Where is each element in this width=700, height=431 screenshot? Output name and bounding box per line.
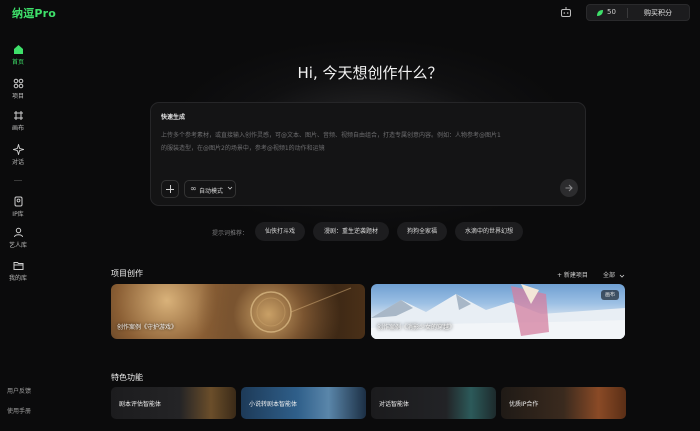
feature-label: 对话智能体 [379, 401, 410, 408]
placeholder-line: 的服装造型，在@图片2的场景中，参考@视频1的动作和运镜 [161, 145, 325, 152]
sidebar-item-label: 项目 [11, 93, 24, 100]
buy-credits-button[interactable]: 购买积分 [633, 8, 683, 18]
leaf-icon [597, 10, 603, 16]
suggestion-chip[interactable]: 漫剧：重生逆袭题材 [313, 222, 389, 241]
feature-card[interactable]: 优质IP合作 [501, 387, 626, 419]
feature-card[interactable]: 剧本评估智能体 [111, 387, 236, 419]
credits-widget: 50 购买积分 [586, 4, 690, 21]
sidebar-item-ip-library[interactable]: IP库 [0, 196, 36, 218]
mode-label: 快速生成 [161, 114, 186, 121]
sidebar-item-canvas[interactable]: 画布 [0, 110, 36, 132]
feature-card[interactable]: 对话智能体 [371, 387, 496, 419]
top-bar: 纳逗Pro 50 购买积分 [0, 0, 700, 26]
sidebar-item-artists[interactable]: 艺人库 [0, 227, 36, 249]
credits-count: 50 [607, 8, 616, 16]
projects-title: 项目创作 [111, 269, 143, 278]
auto-mode-label: 自动模式 [199, 188, 224, 195]
prompt-input[interactable]: 上传多个参考素材，或直接输入创作灵感，可@文本、图片、音频、视频自由组合，打造专… [161, 129, 577, 155]
sidebar-item-label: 画布 [11, 125, 24, 132]
sidebar-item-label: 艺人库 [8, 242, 27, 249]
sidebar-item-label: 对话 [11, 159, 24, 166]
card-caption: 创作案例《守护游戏》 [117, 324, 178, 331]
card-caption: 创作案例《消影少女的穿越》 [377, 324, 456, 331]
project-card[interactable]: 创作案例《守护游戏》 [111, 284, 365, 339]
divider [627, 8, 628, 18]
infinity-icon: ∞ [190, 184, 197, 193]
features-title: 特色功能 [111, 373, 143, 382]
add-attachment-button[interactable] [161, 180, 179, 198]
sparkle-icon [12, 144, 24, 155]
suggestion-chip[interactable]: 水滴中的世界幻想 [455, 222, 523, 241]
placeholder-line: 上传多个参考素材，或直接输入创作灵感，可@文本、图片、音频、视频自由组合，打造专… [161, 132, 501, 139]
project-card[interactable]: 画布 创作案例《消影少女的穿越》 [371, 284, 625, 339]
sidebar-item-chat[interactable]: 对话 [0, 144, 36, 166]
suggestion-chip[interactable]: 仙侠打斗戏 [255, 222, 305, 241]
feature-label: 优质IP合作 [509, 401, 539, 408]
app-logo[interactable]: 纳逗Pro [12, 5, 56, 21]
feature-label: 小说转剧本智能体 [249, 401, 298, 408]
arrow-right-icon [565, 184, 573, 192]
person-icon [13, 227, 23, 238]
ip-library-icon [14, 196, 22, 207]
suggestion-chip[interactable]: 狗狗全家福 [397, 222, 447, 241]
sidebar-item-label: IP库 [12, 211, 24, 218]
canvas-icon [13, 111, 23, 120]
filter-all-dropdown[interactable]: 全部 [603, 270, 625, 279]
sidebar-item-my-library[interactable]: 我的库 [0, 260, 36, 282]
feature-card[interactable]: 小说转剧本智能体 [241, 387, 366, 419]
canvas-badge: 画布 [600, 290, 619, 300]
sidebar-divider [14, 180, 22, 181]
manual-link[interactable]: 使用手册 [7, 406, 31, 415]
filter-all-label: 全部 [603, 272, 616, 279]
sidebar-item-label: 我的库 [8, 275, 27, 282]
new-project-button[interactable]: + 新建项目 [557, 270, 588, 279]
chevron-down-icon [619, 274, 625, 278]
feedback-link[interactable]: 用户反馈 [7, 386, 31, 395]
folder-icon [13, 262, 23, 270]
feature-label: 剧本评估智能体 [119, 401, 162, 408]
auto-mode-dropdown[interactable]: ∞ 自动模式 [184, 180, 236, 198]
home-icon [13, 45, 23, 54]
chevron-down-icon [227, 186, 233, 190]
prompt-composer: 快速生成 上传多个参考素材，或直接输入创作灵感，可@文本、图片、音频、视频自由组… [150, 102, 586, 206]
sidebar: 首页 项目 画布 对话 IP库 艺人库 我的库 用户反馈 使用手册 [0, 36, 36, 431]
robot-icon[interactable] [560, 6, 572, 18]
send-button[interactable] [560, 179, 578, 197]
hero-title: Hi, 今天想创作什么？ [297, 64, 443, 82]
suggestions-label: 提示词推荐： [212, 230, 249, 237]
